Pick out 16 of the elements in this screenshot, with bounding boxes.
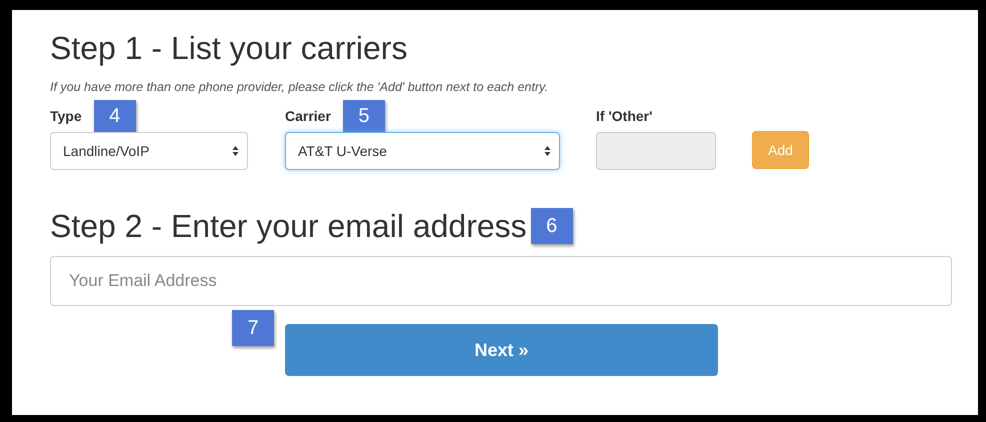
select-arrows-icon xyxy=(232,145,239,157)
step-heading: Step 1 - List your carriers xyxy=(50,29,408,68)
select-arrows-icon xyxy=(544,145,551,157)
field-label: Type xyxy=(50,108,82,124)
step-badge: 5 xyxy=(342,100,385,132)
hint-text: If you have more than one phone provider, please click the 'Add' button next to each entry. xyxy=(50,80,549,94)
next-button[interactable]: Next » xyxy=(285,324,718,376)
step-badge: 7 xyxy=(232,310,274,346)
field-label: If 'Other' xyxy=(596,108,652,124)
email-field[interactable]: Your Email Address xyxy=(50,256,952,306)
dropdown[interactable]: AT&T U-Verse xyxy=(285,132,560,170)
dropdown[interactable]: Landline/VoIP xyxy=(50,132,248,170)
step-heading: Step 2 - Enter your email address xyxy=(50,207,527,246)
step-badge: 4 xyxy=(94,100,136,132)
field-label: Carrier xyxy=(285,108,331,124)
step-badge: 6 xyxy=(530,208,573,244)
